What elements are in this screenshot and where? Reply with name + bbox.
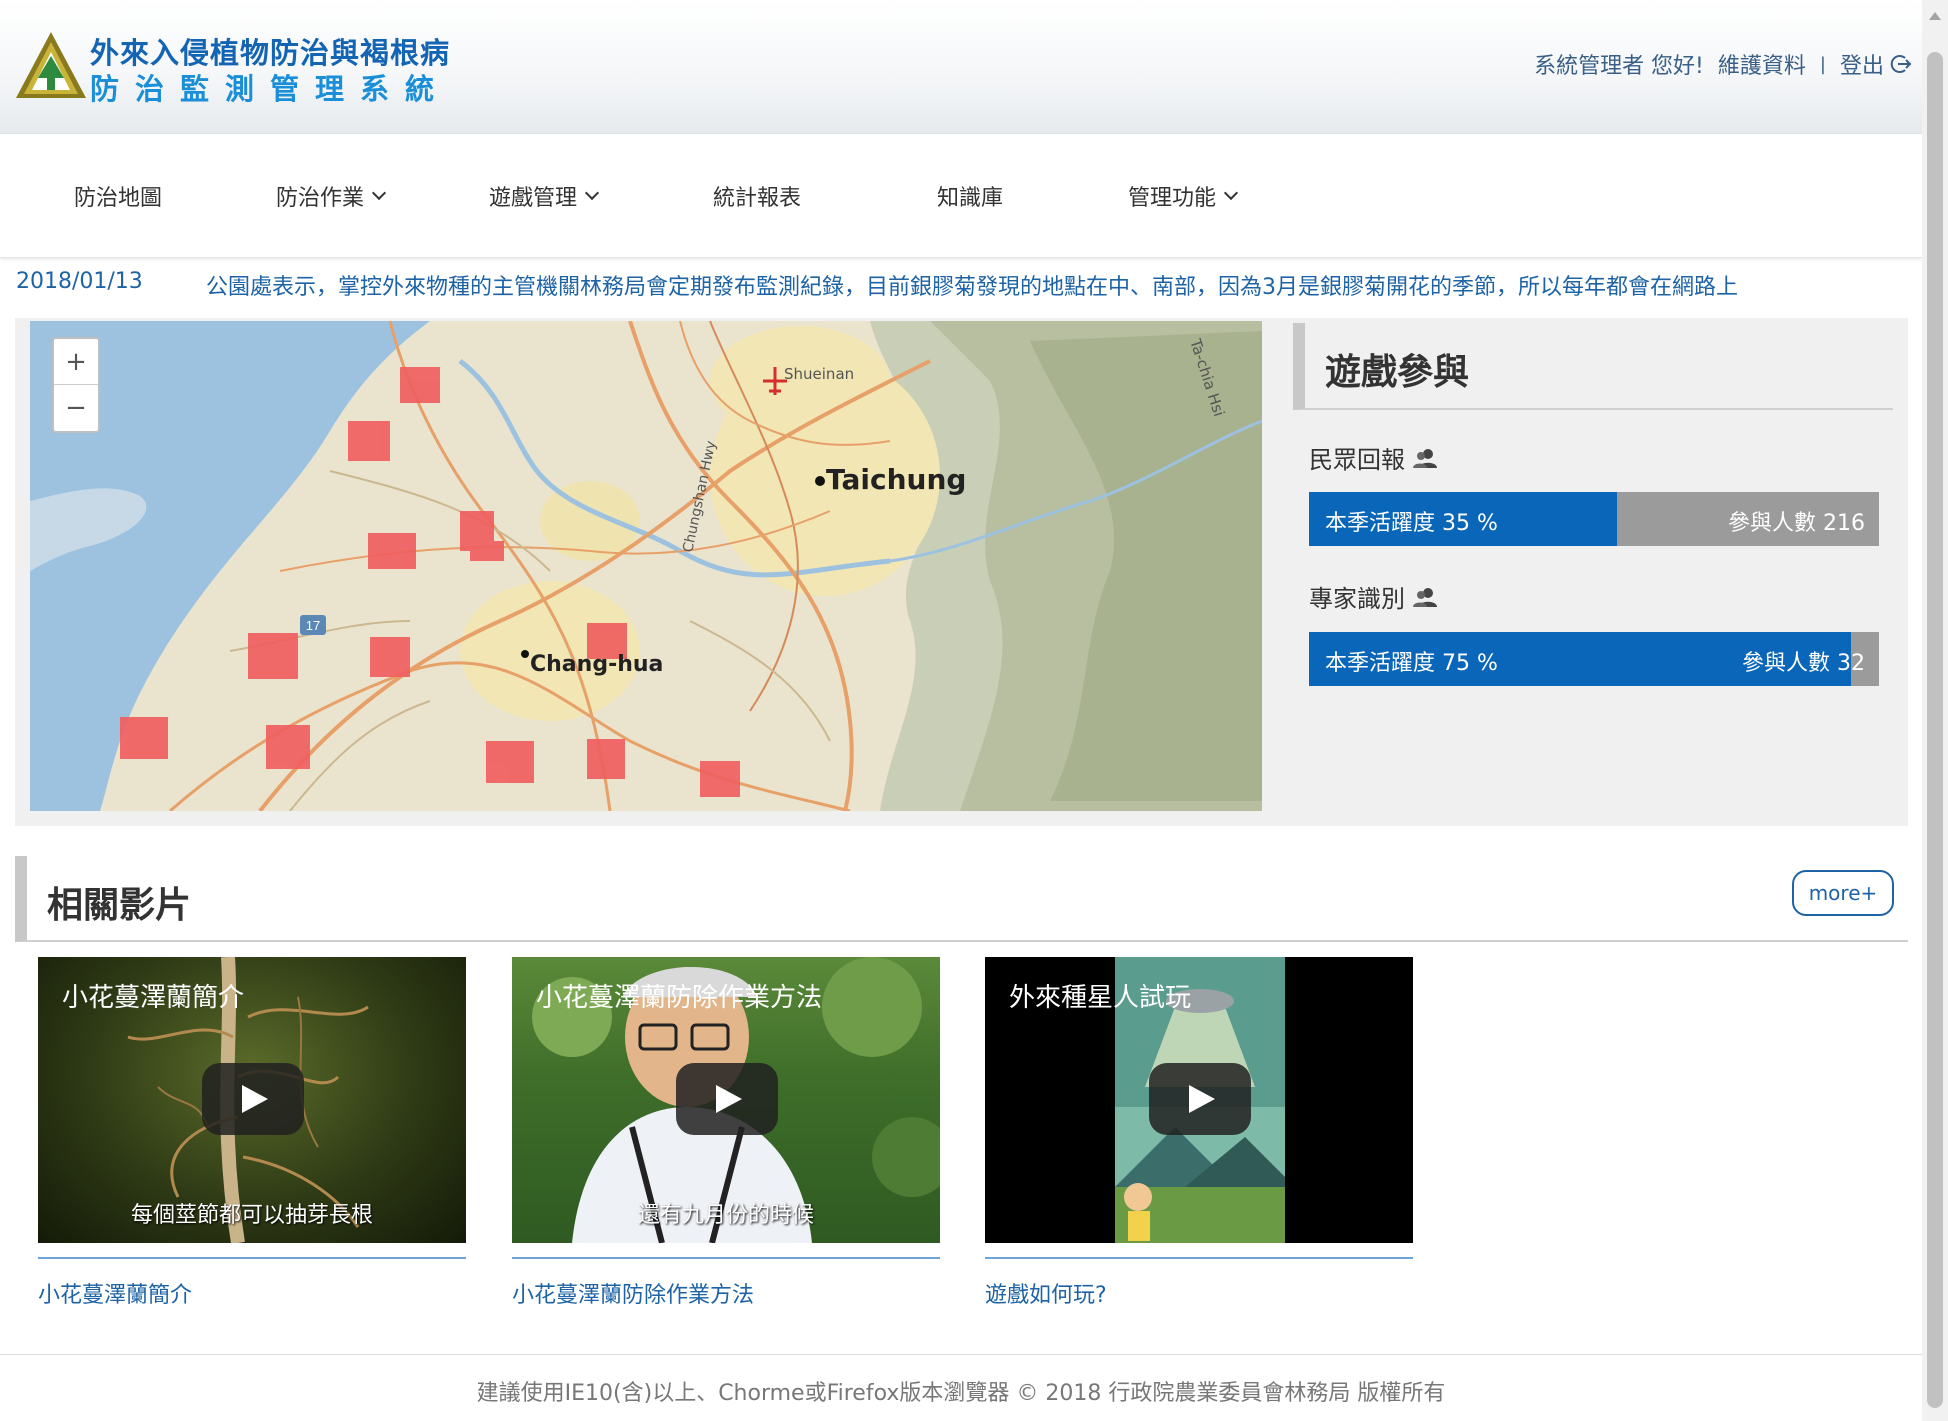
zoom-control: + − — [52, 337, 100, 433]
stat-activity: 本季活躍度 35 % — [1325, 511, 1498, 536]
control-map[interactable]: 17 Taichung Chang-hua Shueinan Chungshan… — [30, 321, 1262, 811]
nav-item-knowledge-base[interactable]: 知識庫 — [937, 180, 1003, 212]
chevron-down-icon — [1223, 185, 1239, 201]
video-caption-link[interactable]: 小花蔓澤蘭簡介 — [38, 1277, 466, 1309]
news-text: 公園處表示，掌控外來物種的主管機關林務局會定期發布監測紀錄，目前銀膠菊發現的地點… — [206, 275, 1739, 300]
logout-icon — [1890, 55, 1912, 73]
user-bar-separator: | — [1819, 53, 1826, 75]
map-label-taichung: Taichung — [826, 463, 966, 496]
videos-title: 相關影片 — [47, 885, 192, 926]
zoom-out-button[interactable]: − — [54, 385, 98, 431]
nav-item-game-management[interactable]: 遊戲管理 — [489, 180, 600, 212]
chevron-down-icon — [371, 185, 387, 201]
videos-header: 相關影片 more+ — [15, 856, 1908, 942]
video-subtitle: 還有九月份的時候 — [637, 1203, 814, 1228]
header: 外來入侵植物防治與褐根病 防治監測管理系統 系統管理者 您好! 維護資料 | 登… — [0, 0, 1922, 134]
stat-label-text: 民眾回報 — [1309, 446, 1405, 474]
video-caption-link[interactable]: 遊戲如何玩? — [985, 1277, 1413, 1309]
page-scrollbar[interactable] — [1922, 0, 1948, 1421]
stat-bar-public: 本季活躍度 35 % 參與人數 216 — [1309, 492, 1879, 546]
nav-item-operations[interactable]: 防治作業 — [276, 180, 387, 212]
play-icon[interactable] — [676, 1063, 778, 1135]
video-divider — [38, 1257, 466, 1259]
video-thumbnail[interactable]: 小花蔓澤蘭簡介 每個莖節都可以抽芽長根 — [38, 957, 466, 1243]
map-label-changhua: Chang-hua — [530, 652, 663, 677]
stat-bar-expert: 本季活躍度 75 % 參與人數 32 — [1309, 632, 1879, 686]
main-nav: 防治地圖 防治作業 遊戲管理 統計報表 知識庫 管理功能 — [0, 134, 1922, 258]
video-divider — [985, 1257, 1413, 1259]
profile-link[interactable]: 維護資料 — [1718, 48, 1806, 80]
more-videos-button[interactable]: more+ — [1792, 870, 1894, 916]
logout-link[interactable]: 登出 — [1840, 48, 1912, 80]
video-card: 小花蔓澤蘭簡介 每個莖節都可以抽芽長根 小花蔓澤蘭簡介 — [38, 957, 466, 1309]
play-icon[interactable] — [202, 1063, 304, 1135]
video-title: 外來種星人試玩 — [1009, 983, 1192, 1013]
user-greeting: 系統管理者 您好! — [1534, 54, 1704, 79]
video-caption-link[interactable]: 小花蔓澤蘭防除作業方法 — [512, 1277, 940, 1309]
game-participation-title: 遊戲參與 — [1325, 352, 1470, 393]
video-thumbnail[interactable]: 外來種星人試玩 — [985, 957, 1413, 1243]
nav-item-label: 防治作業 — [276, 186, 365, 211]
site-logo-icon[interactable] — [14, 28, 88, 102]
scroll-up-icon[interactable] — [1929, 12, 1941, 20]
map-panel: 17 Taichung Chang-hua Shueinan Chungshan… — [15, 318, 1908, 826]
zoom-in-button[interactable]: + — [54, 339, 98, 385]
game-participation-header: 遊戲參與 — [1293, 323, 1893, 410]
users-icon — [1413, 587, 1437, 607]
stat-activity: 本季活躍度 75 % — [1325, 651, 1498, 676]
nav-item-label: 統計報表 — [713, 186, 802, 211]
scrollbar-thumb[interactable] — [1927, 52, 1943, 1408]
news-marquee[interactable]: 2018/01/13 公園處表示，掌控外來物種的主管機關林務局會定期發布監測紀錄… — [0, 265, 1922, 305]
map-label-shueinan: Shueinan — [784, 365, 854, 383]
nav-item-reports[interactable]: 統計報表 — [713, 180, 801, 212]
map-label-route: 17 — [306, 618, 320, 633]
nav-item-label: 知識庫 — [937, 186, 1004, 211]
stat-participants: 參與人數 32 — [1742, 651, 1865, 676]
nav-item-admin[interactable]: 管理功能 — [1128, 180, 1239, 212]
footer-text: 建議使用IE10(含)以上、Chorme或Firefox版本瀏覽器 © 2018… — [476, 1381, 1446, 1406]
play-icon[interactable] — [1149, 1063, 1251, 1135]
user-bar: 系統管理者 您好! 維護資料 | 登出 — [1534, 48, 1912, 80]
news-date: 2018/01/13 — [16, 269, 143, 294]
nav-item-label: 管理功能 — [1128, 186, 1217, 211]
map-canvas: 17 Taichung Chang-hua Shueinan Chungshan… — [30, 321, 1262, 811]
video-card: 小花蔓澤蘭防除作業方法 還有九月份的時候 小花蔓澤蘭防除作業方法 — [512, 957, 940, 1309]
video-divider — [512, 1257, 940, 1259]
stat-participants: 參與人數 216 — [1728, 511, 1865, 536]
brand-subtitle: 防治監測管理系統 — [90, 72, 451, 106]
nav-item-label: 遊戲管理 — [489, 186, 578, 211]
game-participation-panel: 遊戲參與 民眾回報 本季活躍度 35 % 參與人數 216 專家識別 本季活躍度… — [1293, 318, 1893, 826]
nav-item-map[interactable]: 防治地圖 — [74, 180, 162, 212]
users-icon — [1413, 448, 1437, 468]
footer: 建議使用IE10(含)以上、Chorme或Firefox版本瀏覽器 © 2018… — [0, 1354, 1922, 1421]
nav-item-label: 防治地圖 — [74, 186, 163, 211]
chevron-down-icon — [584, 185, 600, 201]
stat-label-expert: 專家識別 — [1309, 579, 1437, 614]
video-thumbnail[interactable]: 小花蔓澤蘭防除作業方法 還有九月份的時候 — [512, 957, 940, 1243]
logout-label: 登出 — [1839, 54, 1884, 79]
stat-label-public: 民眾回報 — [1309, 440, 1437, 475]
video-title: 小花蔓澤蘭防除作業方法 — [536, 983, 823, 1013]
stat-label-text: 專家識別 — [1309, 585, 1405, 613]
video-subtitle: 每個莖節都可以抽芽長根 — [130, 1203, 373, 1228]
video-title: 小花蔓澤蘭簡介 — [62, 983, 245, 1013]
video-card: 外來種星人試玩 遊戲如何玩? — [985, 957, 1413, 1309]
